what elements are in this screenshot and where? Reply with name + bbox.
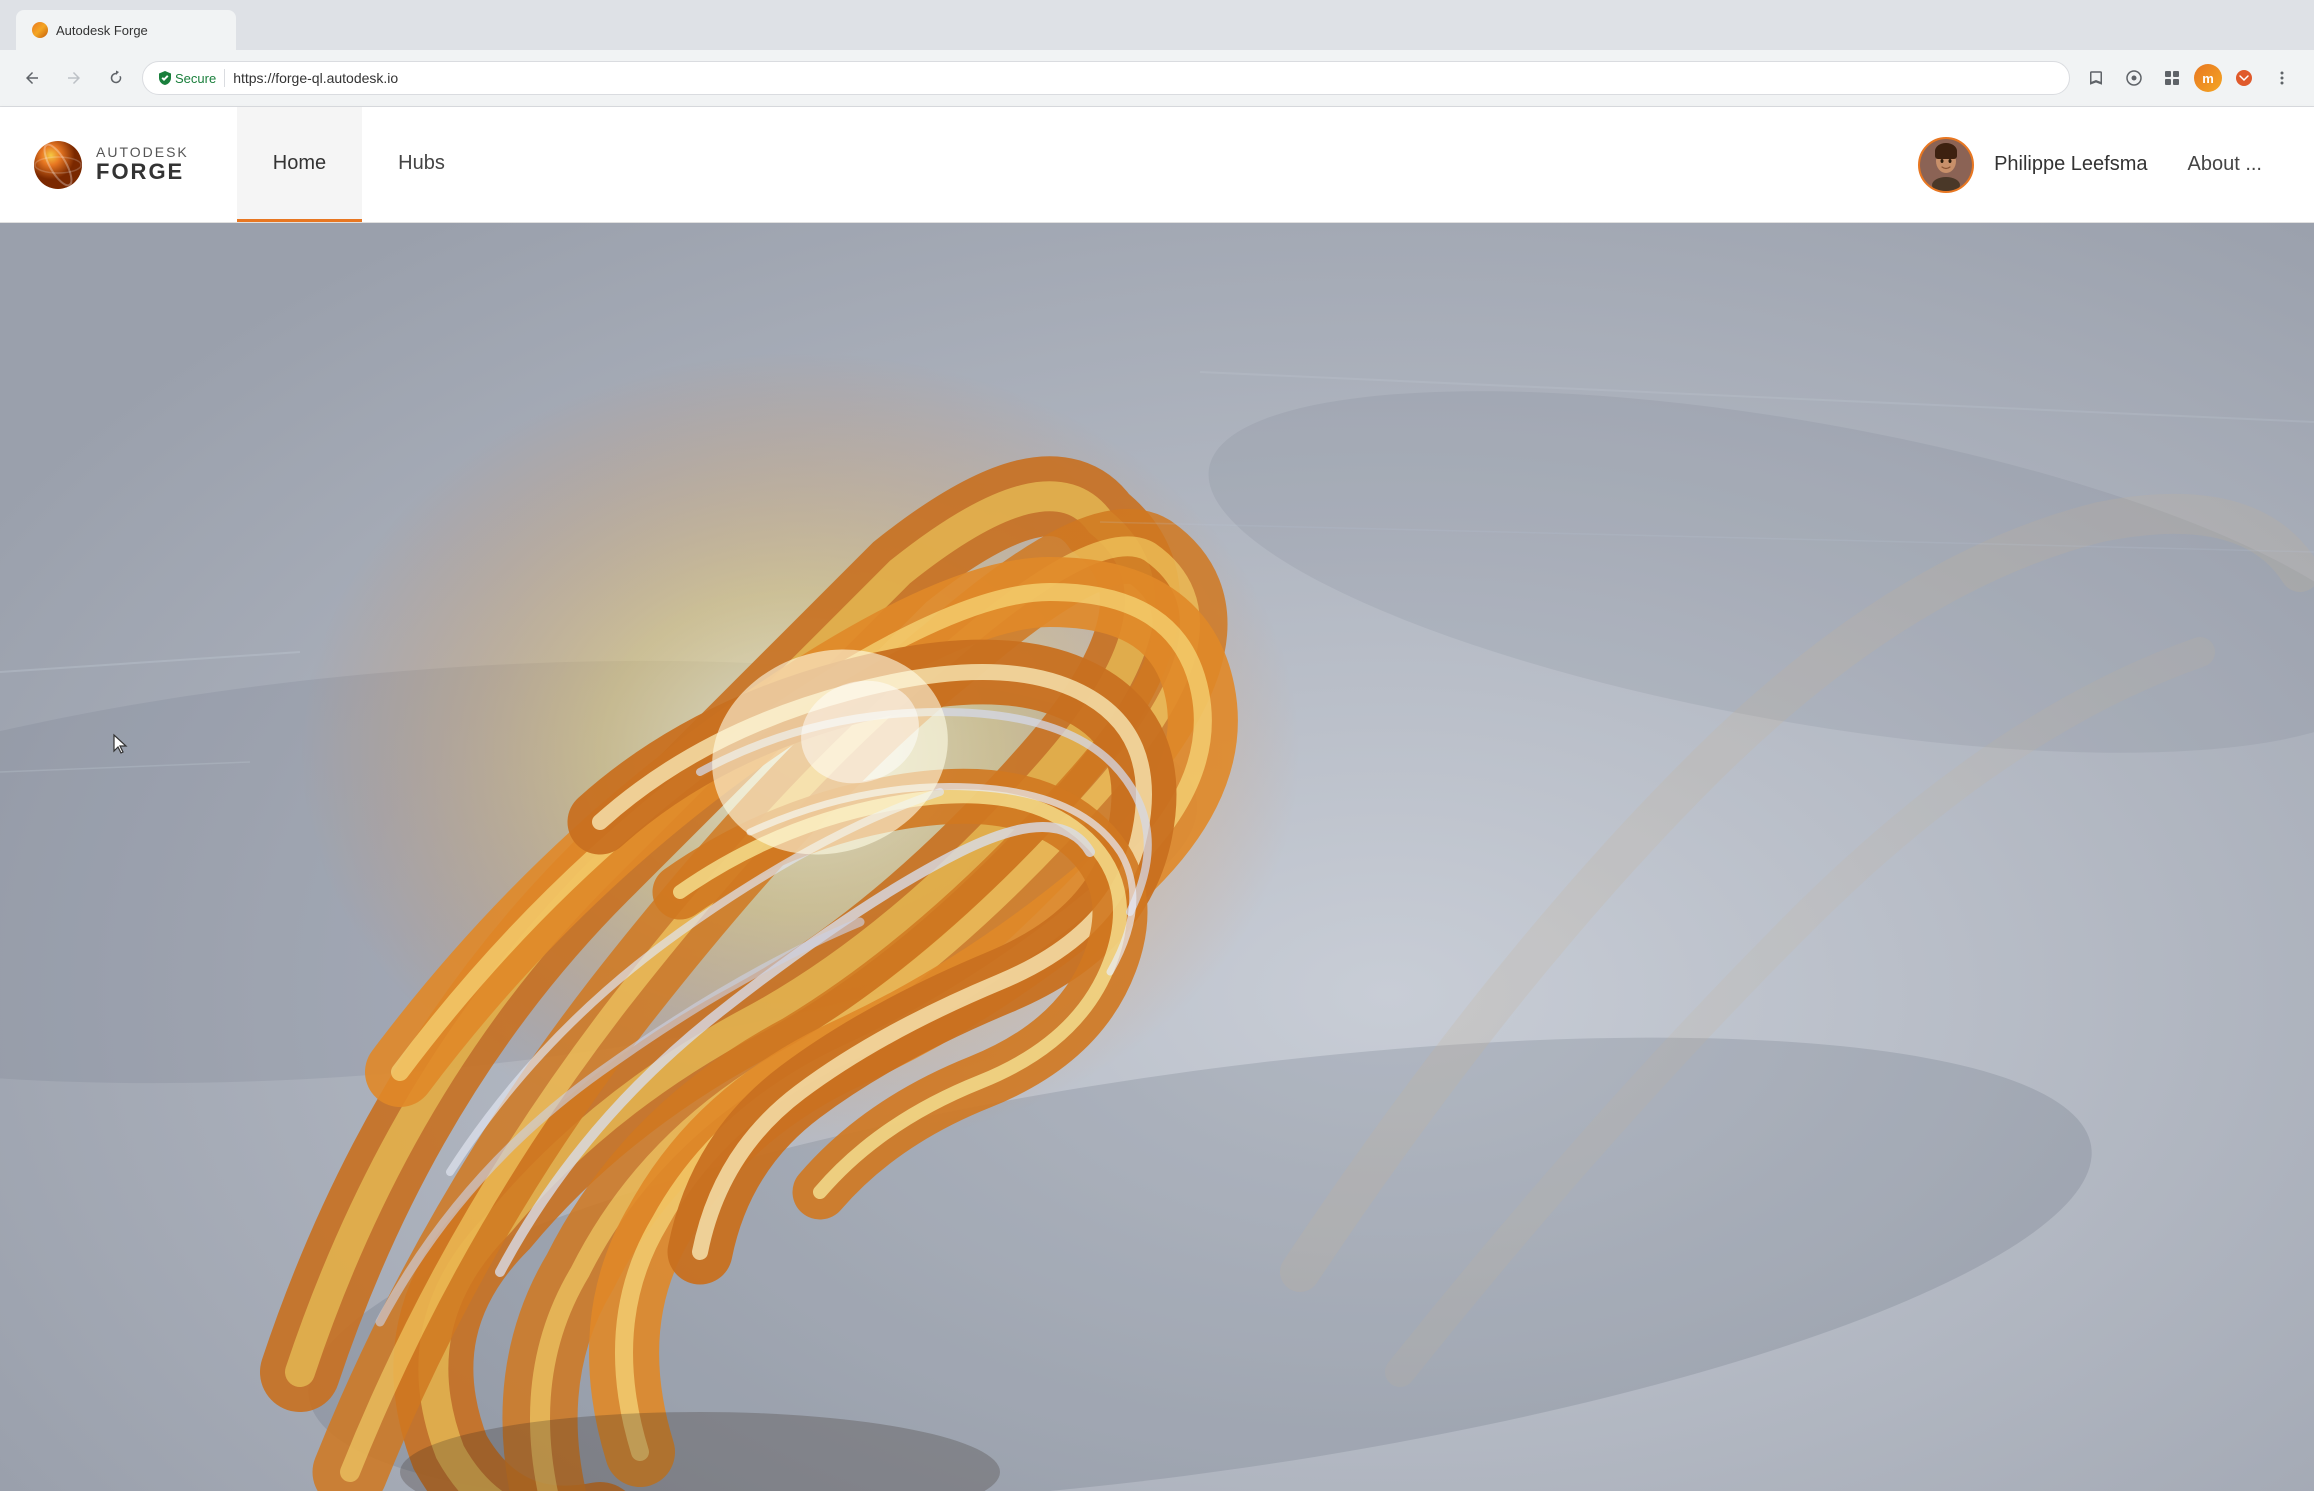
- url-text: https://forge-ql.autodesk.io: [233, 70, 398, 86]
- back-button[interactable]: [16, 62, 48, 94]
- customize-button[interactable]: [2266, 62, 2298, 94]
- nav-items: Home Hubs: [237, 107, 1918, 222]
- secure-badge: Secure: [159, 71, 216, 86]
- user-avatar-image: [1920, 139, 1972, 191]
- active-tab[interactable]: Autodesk Forge: [16, 10, 236, 50]
- tab-title: Autodesk Forge: [56, 23, 148, 38]
- address-bar[interactable]: Secure https://forge-ql.autodesk.io: [142, 61, 2070, 95]
- user-name: Philippe Leefsma: [1994, 153, 2147, 176]
- browser-profile-icon[interactable]: m: [2194, 64, 2222, 92]
- user-avatar: [1918, 137, 1974, 193]
- address-bar-divider: [224, 69, 225, 87]
- nav-item-hubs[interactable]: Hubs: [362, 107, 481, 222]
- hero-section: [0, 223, 2314, 1491]
- logo-forge: FORGE: [96, 160, 189, 184]
- autodesk-forge-logo-icon: [32, 139, 84, 191]
- browser-menu-button[interactable]: [2228, 62, 2260, 94]
- app-navbar: AUTODESK FORGE Home Hubs: [0, 107, 2314, 223]
- toolbar-icons: m: [2080, 62, 2298, 94]
- browser-chrome: Autodesk Forge Secure: [0, 0, 2314, 107]
- logo-text: AUTODESK FORGE: [96, 145, 189, 185]
- app-logo: AUTODESK FORGE: [32, 139, 189, 191]
- browser-toolbar: Secure https://forge-ql.autodesk.io: [0, 50, 2314, 106]
- logo-autodesk: AUTODESK: [96, 145, 189, 160]
- forward-button[interactable]: [58, 62, 90, 94]
- nav-right: Philippe Leefsma About ...: [1918, 137, 2282, 193]
- secure-label: Secure: [175, 71, 216, 86]
- reload-button[interactable]: [100, 62, 132, 94]
- browser-tabs: Autodesk Forge: [0, 0, 2314, 50]
- bookmark-button[interactable]: [2080, 62, 2112, 94]
- about-link[interactable]: About ...: [2168, 153, 2283, 176]
- hero-background: [0, 223, 2314, 1491]
- app-container: AUTODESK FORGE Home Hubs: [0, 107, 2314, 1491]
- extension-button-2[interactable]: [2156, 62, 2188, 94]
- tab-favicon: [32, 22, 48, 38]
- extension-button-1[interactable]: [2118, 62, 2150, 94]
- nav-item-home[interactable]: Home: [237, 107, 362, 222]
